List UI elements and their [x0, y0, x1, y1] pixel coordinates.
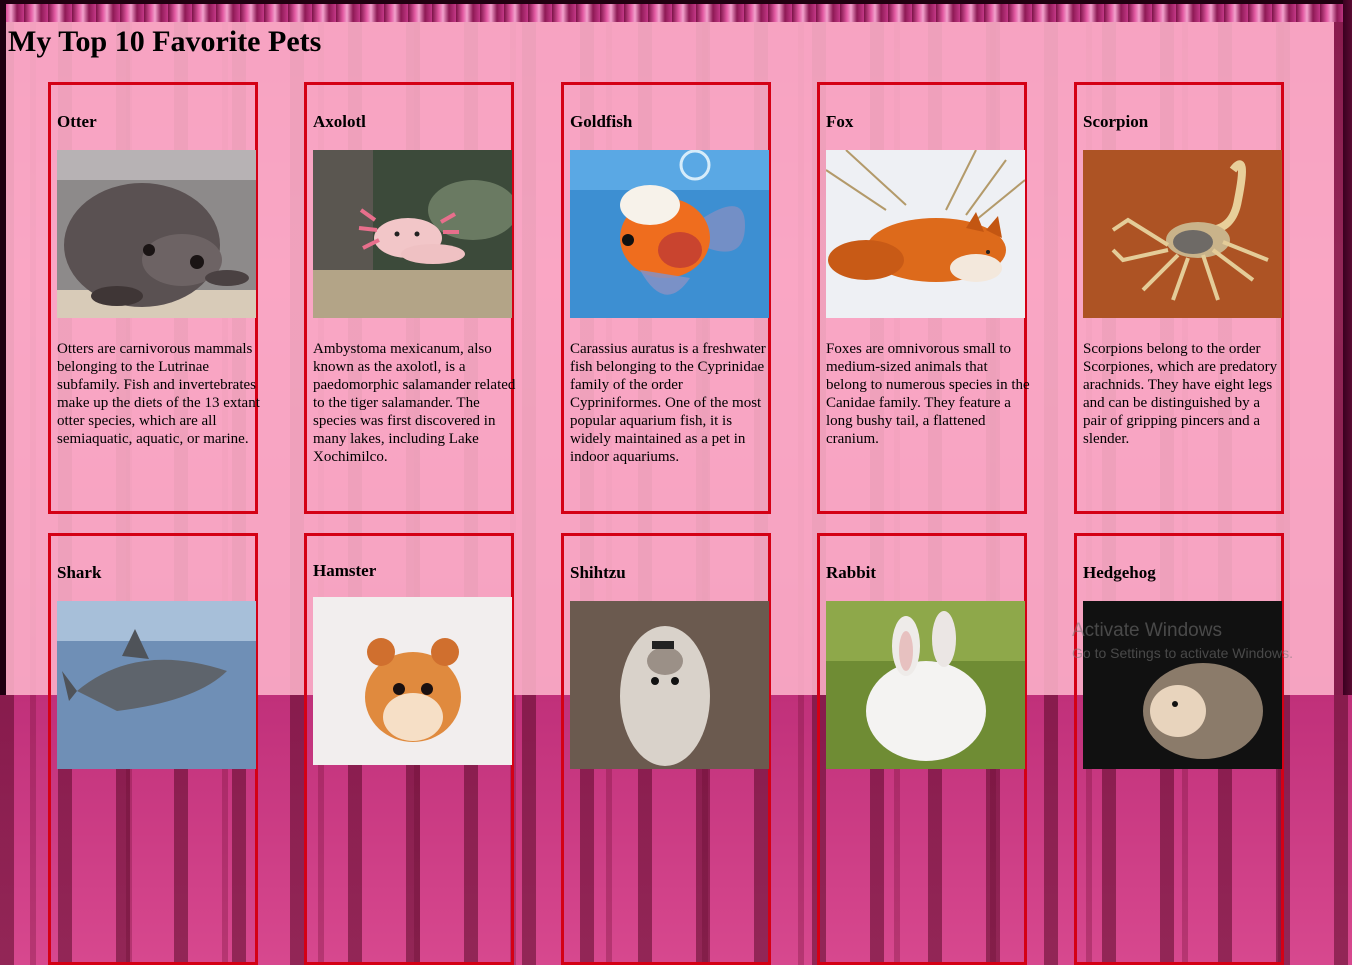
pet-description: Carassius auratus is a freshwater fish b… [570, 341, 766, 465]
shark-photo [57, 601, 256, 769]
shihtzu-photo [570, 601, 769, 769]
pet-name: Hedgehog [1083, 563, 1156, 582]
window-right-edge [1343, 0, 1352, 695]
pet-card-hedgehog: Hedgehog [1074, 533, 1284, 965]
pet-description: Otters are carnivorous mammals belonging… [57, 341, 260, 447]
otter-photo [57, 150, 256, 318]
pet-name: Shark [57, 563, 102, 582]
activate-windows-watermark: Activate Windows Go to Settings to activ… [1072, 620, 1293, 662]
fox-photo [826, 150, 1025, 318]
background-forest-top [0, 0, 1352, 22]
pet-name: Hamster [313, 561, 377, 580]
pet-description: Scorpions belong to the order Scorpiones… [1083, 341, 1278, 447]
pet-name: Axolotl [313, 112, 366, 131]
pet-description: Ambystoma mexicanum, also known as the a… [313, 341, 516, 465]
pet-name: Otter [57, 112, 97, 131]
pet-card-rabbit: Rabbit [817, 533, 1027, 965]
pet-card-shark: Shark [48, 533, 258, 965]
goldfish-photo [570, 150, 769, 318]
pet-description: Foxes are omnivorous small to medium-siz… [826, 341, 1030, 447]
pet-name: Goldfish [570, 112, 633, 131]
pet-card-scorpion: Scorpion Scorpions belong to the order S… [1074, 82, 1284, 514]
rabbit-photo [826, 601, 1025, 769]
pet-card-fox: Fox Foxes are omnivorous small to medium… [817, 82, 1030, 514]
scorpion-photo [1083, 150, 1282, 318]
watermark-subtitle: Go to Settings to activate Windows. [1072, 645, 1293, 661]
page-title: My Top 10 Favorite Pets [8, 25, 322, 58]
pet-card-axolotl: Axolotl Ambystoma mexicanum, also known … [304, 82, 516, 514]
pet-card-shihtzu: Shihtzu [561, 533, 771, 965]
pet-name: Shihtzu [570, 563, 626, 582]
pet-card-otter: Otter Otters are carnivorous mammals bel… [48, 82, 260, 514]
pet-name: Fox [826, 112, 854, 131]
pet-card-goldfish: Goldfish Carassius auratus is a freshwat… [561, 82, 771, 514]
pet-card-hamster: Hamster [304, 533, 514, 965]
pet-name: Rabbit [826, 563, 877, 582]
pet-name: Scorpion [1083, 112, 1149, 131]
hamster-photo [313, 597, 512, 765]
axolotl-photo [313, 150, 512, 318]
watermark-title: Activate Windows [1072, 620, 1222, 641]
